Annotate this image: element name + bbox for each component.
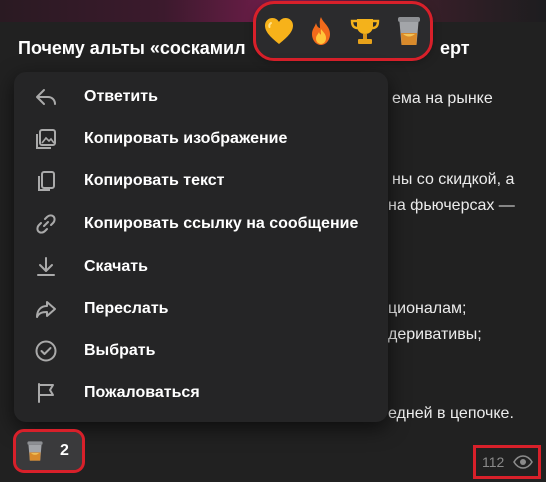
link-icon <box>34 212 58 236</box>
message-title: Почему альты «соскамил <box>18 38 246 58</box>
message-title-end: ерт <box>440 38 470 58</box>
download-icon <box>34 255 58 279</box>
heart-icon <box>265 18 293 44</box>
menu-item-label: Выбрать <box>84 342 156 359</box>
menu-item-label: Пожаловаться <box>84 384 200 401</box>
fire-reaction-button[interactable] <box>304 14 338 48</box>
menu-item-label: Копировать ссылку на сообщение <box>84 215 359 232</box>
eye-icon <box>513 455 533 469</box>
menu-item-label: Ответить <box>84 88 158 105</box>
forward-icon <box>34 297 58 321</box>
message-text-line: на фьючерсах — <box>388 197 515 214</box>
context-menu: Ответить Копировать изображение Копирова… <box>14 72 388 422</box>
flag-icon <box>34 381 58 405</box>
message-text-line: едней в цепочке. <box>388 405 514 422</box>
message-text-line: ны со скидкой, а <box>392 171 515 188</box>
copy-text-icon <box>34 169 58 193</box>
trash-reaction-button[interactable] <box>392 14 426 48</box>
reaction-count-chip[interactable]: 2 <box>13 429 85 473</box>
copy-image-icon <box>34 127 58 151</box>
menu-item-select[interactable]: Выбрать <box>14 330 388 372</box>
menu-item-download[interactable]: Скачать <box>14 246 388 288</box>
message-text-line: ционалам; <box>388 300 467 317</box>
menu-item-copy-link[interactable]: Копировать ссылку на сообщение <box>14 203 388 245</box>
heart-reaction-button[interactable] <box>262 14 296 48</box>
trophy-icon <box>350 19 380 44</box>
menu-item-copy-image[interactable]: Копировать изображение <box>14 118 388 160</box>
views-count: 112 <box>482 454 505 470</box>
message-text-line: деривативы; <box>388 326 482 343</box>
menu-item-reply[interactable]: Ответить <box>14 76 388 118</box>
menu-item-copy-text[interactable]: Копировать текст <box>14 160 388 202</box>
views-counter: 112 <box>473 445 541 479</box>
menu-item-label: Копировать изображение <box>84 130 288 147</box>
reaction-count: 2 <box>60 442 69 459</box>
menu-item-label: Переслать <box>84 300 169 317</box>
trash-icon <box>27 441 43 461</box>
message-text-line: ема на рынке <box>392 90 493 107</box>
fire-icon <box>312 17 330 45</box>
trash-icon <box>398 17 420 45</box>
menu-item-report[interactable]: Пожаловаться <box>14 372 388 414</box>
menu-item-label: Скачать <box>84 258 148 275</box>
reactions-bar <box>253 1 433 61</box>
menu-item-forward[interactable]: Переслать <box>14 288 388 330</box>
select-icon <box>34 339 58 363</box>
menu-item-label: Копировать текст <box>84 172 225 189</box>
reply-icon <box>34 85 58 109</box>
trophy-reaction-button[interactable] <box>348 14 382 48</box>
